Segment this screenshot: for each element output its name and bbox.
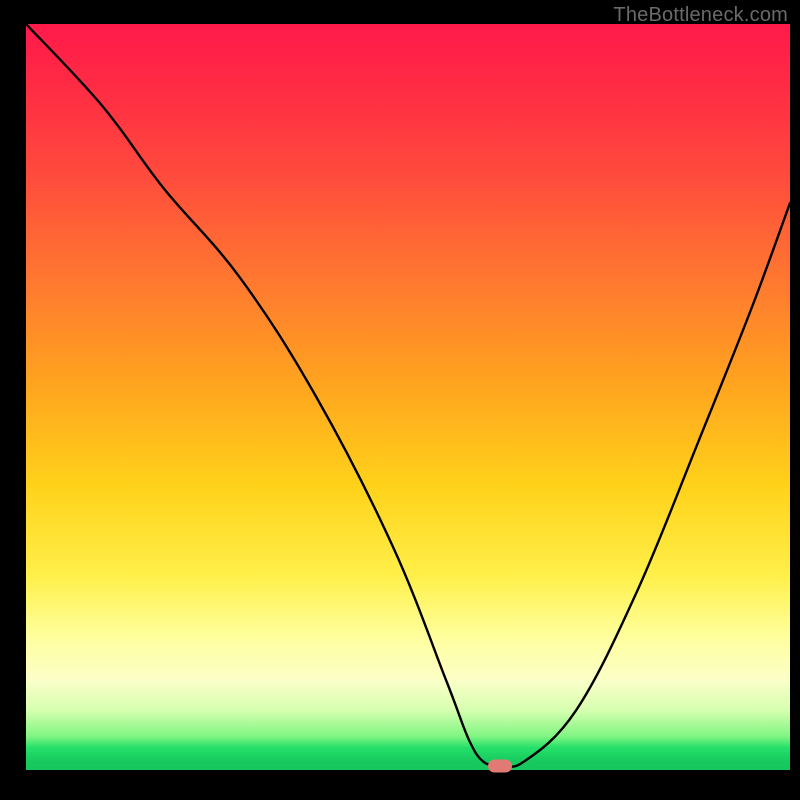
chart-frame: TheBottleneck.com (0, 0, 800, 800)
plot-area (26, 24, 790, 770)
background-gradient (26, 24, 790, 770)
optimal-marker (488, 759, 512, 772)
